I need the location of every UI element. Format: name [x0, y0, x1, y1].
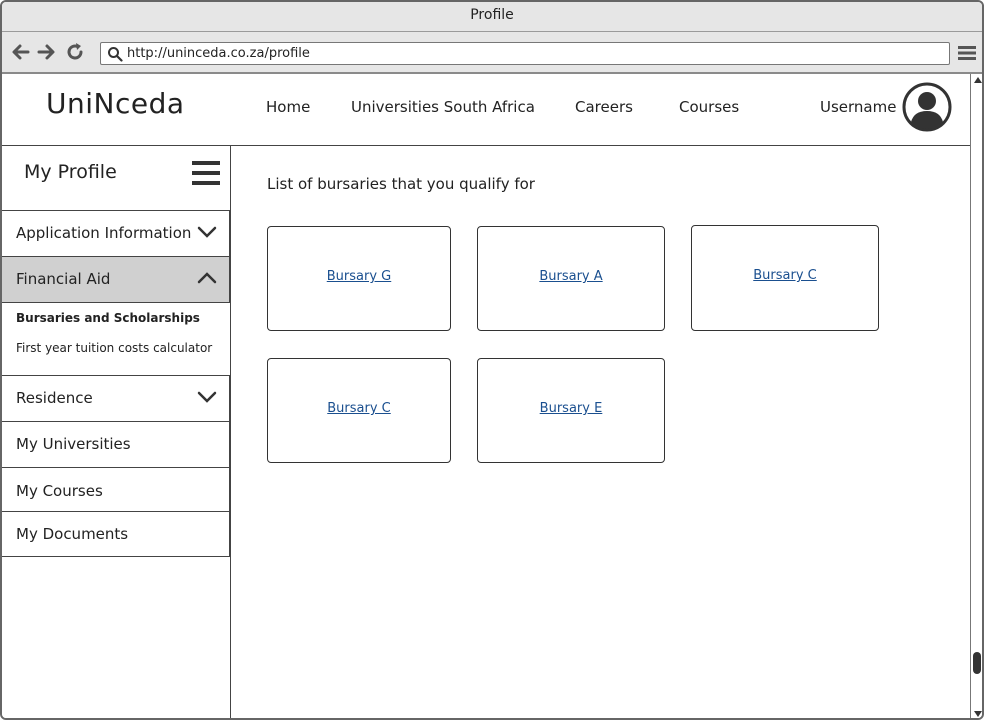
- bursary-link[interactable]: Bursary C: [692, 268, 878, 283]
- bursary-link[interactable]: Bursary E: [478, 401, 664, 416]
- chevron-down-icon: [197, 226, 217, 238]
- chevron-up-icon: [197, 272, 217, 284]
- sidebar-item-label: Financial Aid: [16, 270, 111, 288]
- page-title: List of bursaries that you qualify for: [267, 175, 535, 193]
- search-icon: [107, 46, 123, 62]
- sidebar-item-financial-aid[interactable]: Financial Aid: [2, 256, 230, 303]
- arrow-right-icon[interactable]: [35, 41, 57, 63]
- sidebar-item-my-courses[interactable]: My Courses: [2, 467, 230, 512]
- site-header: UniNceda Home Universities South Africa …: [2, 74, 970, 146]
- bursary-card[interactable]: Bursary E: [477, 358, 665, 463]
- scroll-up-icon[interactable]: [973, 76, 983, 84]
- sidebar-item-label: Residence: [16, 389, 93, 407]
- nav-universities[interactable]: Universities South Africa: [351, 98, 535, 116]
- sidebar-item-residence[interactable]: Residence: [2, 375, 230, 422]
- site-logo[interactable]: UniNceda: [46, 87, 185, 120]
- sidebar-item-label: My Universities: [16, 435, 131, 453]
- username-link[interactable]: Username: [820, 98, 896, 116]
- chevron-down-icon: [197, 391, 217, 403]
- bursary-card[interactable]: Bursary A: [477, 226, 665, 331]
- nav-courses[interactable]: Courses: [679, 98, 739, 116]
- scroll-down-icon[interactable]: [973, 710, 983, 718]
- window-titlebar: Profile: [2, 2, 982, 32]
- vertical-scrollbar[interactable]: [970, 74, 983, 718]
- nav-careers[interactable]: Careers: [575, 98, 633, 116]
- window-title: Profile: [470, 7, 514, 23]
- bursary-card[interactable]: Bursary G: [267, 226, 451, 331]
- browser-window: Profile http://uninceda.co.za/profile Un…: [0, 0, 984, 720]
- sidebar-item-my-universities[interactable]: My Universities: [2, 421, 230, 468]
- bursary-link[interactable]: Bursary C: [268, 401, 450, 416]
- reload-icon[interactable]: [64, 41, 86, 63]
- sidebar-item-my-documents[interactable]: My Documents: [2, 511, 230, 557]
- address-bar[interactable]: http://uninceda.co.za/profile: [100, 42, 950, 65]
- user-avatar-icon[interactable]: [902, 82, 952, 132]
- sidebar-item-label: Application Information: [16, 224, 192, 242]
- sidebar-item-label: My Courses: [16, 482, 103, 500]
- hamburger-menu-icon[interactable]: [958, 45, 976, 61]
- arrow-left-icon[interactable]: [10, 41, 32, 63]
- scroll-thumb[interactable]: [973, 652, 981, 674]
- nav-home[interactable]: Home: [266, 98, 310, 116]
- sidebar-title: My Profile: [24, 161, 117, 183]
- bursary-card[interactable]: Bursary C: [691, 225, 879, 331]
- sidebar-subitem-tuition-calculator[interactable]: First year tuition costs calculator: [16, 341, 212, 355]
- bursary-link[interactable]: Bursary G: [268, 269, 450, 284]
- sidebar-subitem-bursaries[interactable]: Bursaries and Scholarships: [16, 311, 200, 325]
- browser-toolbar: http://uninceda.co.za/profile: [2, 32, 982, 74]
- hamburger-icon[interactable]: [192, 160, 220, 186]
- bursary-link[interactable]: Bursary A: [478, 269, 664, 284]
- bursary-card[interactable]: Bursary C: [267, 358, 451, 463]
- url-text: http://uninceda.co.za/profile: [127, 46, 310, 61]
- sidebar-item-application-information[interactable]: Application Information: [2, 210, 230, 257]
- sidebar-item-label: My Documents: [16, 525, 129, 543]
